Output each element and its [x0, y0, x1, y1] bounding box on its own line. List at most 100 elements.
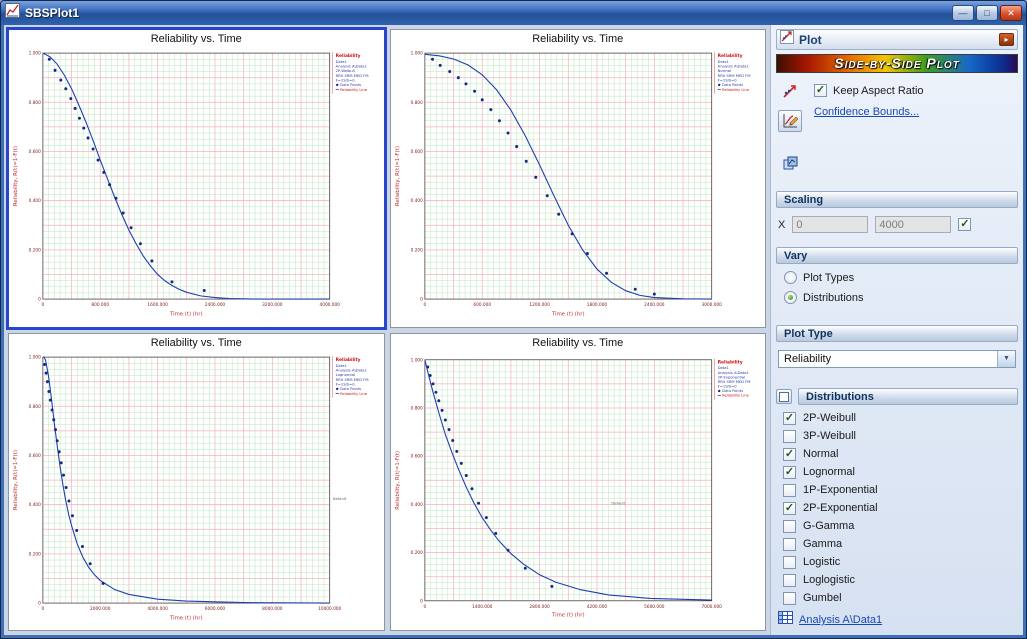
plot-panel-normal[interactable]: Reliability vs. Time 0600.0001200.000180…	[390, 29, 767, 328]
distribution-label: G-Gamma	[803, 520, 854, 532]
svg-text:0.600: 0.600	[410, 453, 422, 459]
svg-text:Analysis A\Data1: Analysis A\Data1	[717, 370, 748, 374]
plot-panel-weibull[interactable]: Reliability vs. Time 0800.0001600.000240…	[8, 29, 385, 328]
overlay-plot-icon[interactable]	[778, 153, 802, 175]
svg-text:4200.000: 4200.000	[586, 603, 607, 609]
keep-aspect-ratio-option[interactable]: ✓ Keep Aspect Ratio	[814, 84, 924, 97]
side-by-side-banner: Side-by-Side Plot	[776, 54, 1018, 73]
list-item[interactable]: Gamma	[778, 535, 1018, 553]
autoscale-checkbox[interactable]: ✓	[958, 218, 971, 231]
svg-text:Normal: Normal	[717, 69, 730, 73]
list-item[interactable]: ✓2P-Weibull	[778, 409, 1018, 427]
svg-text:1800.000: 1800.000	[586, 302, 607, 308]
checkbox[interactable]: ✓	[783, 466, 796, 479]
svg-text:0.600: 0.600	[410, 149, 422, 155]
plot-type-value: Reliability	[779, 353, 997, 365]
svg-text:0: 0	[38, 600, 41, 606]
plot-title: Reliability vs. Time	[9, 30, 384, 47]
chevron-down-icon[interactable]: ▼	[997, 351, 1015, 367]
plot-types-radio[interactable]	[784, 271, 797, 284]
svg-text:RRX SRM MED FM: RRX SRM MED FM	[336, 74, 369, 78]
select-all-checkbox-button[interactable]	[776, 389, 792, 404]
checkbox[interactable]	[783, 556, 796, 569]
plot-canvas-lognormal: 02000.0004000.0006000.0008000.00010000.0…	[9, 351, 384, 630]
svg-text:0.400: 0.400	[410, 198, 422, 204]
edit-plot-icon[interactable]	[778, 110, 802, 132]
svg-text:0: 0	[38, 297, 41, 303]
plot-canvas-normal: 0600.0001200.0001800.0002400.0003000.000…	[391, 47, 766, 326]
svg-text:2P-Weibull: 2P-Weibull	[336, 69, 355, 73]
list-item[interactable]: Gumbel	[778, 589, 1018, 607]
checkbox[interactable]	[783, 592, 796, 605]
checkbox[interactable]: ✓	[783, 448, 796, 461]
maximize-button[interactable]: □	[976, 5, 998, 21]
vary-option-plot-types[interactable]: Plot Types	[784, 271, 1014, 284]
checkbox[interactable]	[783, 484, 796, 497]
svg-text:2P-Exponential: 2P-Exponential	[717, 375, 745, 379]
close-button[interactable]: ✕	[1000, 5, 1022, 21]
data-source-link[interactable]: Analysis A\Data1	[799, 614, 882, 626]
svg-text:3200.000: 3200.000	[262, 302, 283, 308]
svg-text:1200.000: 1200.000	[529, 302, 550, 308]
confidence-bounds-link[interactable]: Confidence Bounds...	[814, 106, 924, 118]
window-title: SBSPlot1	[25, 6, 79, 20]
checkbox[interactable]	[783, 538, 796, 551]
list-item[interactable]: Loglogistic	[778, 571, 1018, 589]
svg-text:0: 0	[42, 606, 45, 612]
distributions-radio[interactable]	[784, 291, 797, 304]
distribution-label: Logistic	[803, 556, 840, 568]
distributions-header-row: Distributions	[776, 388, 1018, 405]
vary-section-header: Vary	[776, 247, 1018, 264]
svg-text:4000.000: 4000.000	[320, 302, 341, 308]
checkbox[interactable]	[783, 520, 796, 533]
vary-option-distributions[interactable]: Distributions	[784, 291, 1014, 304]
list-item[interactable]: Logistic	[778, 553, 1018, 571]
svg-text:Default: Default	[333, 495, 347, 500]
list-item[interactable]: G-Gamma	[778, 517, 1018, 535]
panel-collapse-button[interactable]: ▸	[999, 33, 1014, 46]
svg-text:Reliability Line: Reliability Line	[340, 88, 368, 92]
checkbox[interactable]	[783, 574, 796, 587]
list-item[interactable]: 3P-Weibull	[778, 427, 1018, 445]
svg-text:Reliability Line: Reliability Line	[722, 393, 749, 397]
svg-text:Time (t) (hr): Time (t) (hr)	[550, 311, 584, 317]
distributions-radio-label: Distributions	[803, 292, 864, 304]
app-icon	[5, 3, 20, 23]
checkbox[interactable]	[783, 430, 796, 443]
distribution-label: 2P-Exponential	[803, 502, 878, 514]
app-window: SBSPlot1 — □ ✕ Reliability vs. Time 0800…	[0, 0, 1027, 639]
checkbox[interactable]: ✓	[783, 502, 796, 515]
plot-type-dropdown[interactable]: Reliability ▼	[778, 350, 1016, 368]
svg-text:Analysis A\Data1: Analysis A\Data1	[336, 64, 368, 68]
minimize-button[interactable]: —	[952, 5, 974, 21]
svg-text:1.000: 1.000	[410, 357, 422, 363]
plot-header-icon	[780, 30, 794, 49]
scaling-row: X ✓	[778, 216, 1016, 233]
svg-text:1400.000: 1400.000	[472, 603, 493, 609]
svg-text:6000.000: 6000.000	[205, 606, 226, 612]
svg-text:0.600: 0.600	[29, 149, 41, 155]
panel-title: Plot	[799, 33, 994, 47]
plot-panel-lognormal[interactable]: Reliability vs. Time 02000.0004000.00060…	[8, 333, 385, 632]
list-item[interactable]: ✓ 2P-Exponential	[778, 499, 1018, 517]
svg-text:Analysis A\Data1: Analysis A\Data1	[717, 64, 749, 68]
scale-max-input[interactable]	[875, 216, 951, 233]
svg-text:600.000: 600.000	[473, 302, 491, 308]
svg-text:7000.000: 7000.000	[701, 603, 722, 609]
svg-text:0.600: 0.600	[29, 452, 41, 458]
titlebar[interactable]: SBSPlot1 — □ ✕	[1, 1, 1026, 25]
svg-text:8000.000: 8000.000	[262, 606, 283, 612]
plot-panel-exponential[interactable]: Reliability vs. Time 01400.0002800.00042…	[390, 333, 767, 632]
list-item[interactable]: ✓Lognormal	[778, 463, 1018, 481]
checkbox[interactable]: ✓	[783, 412, 796, 425]
window-content: Reliability vs. Time 0800.0001600.000240…	[4, 25, 1023, 635]
list-item[interactable]: 1P-Exponential	[778, 481, 1018, 499]
svg-text:Data Points: Data Points	[722, 83, 743, 87]
plot-setup-icon[interactable]	[778, 81, 802, 103]
distribution-label: Gamma	[803, 538, 842, 550]
plot-tool-column	[778, 81, 804, 175]
keep-aspect-ratio-checkbox[interactable]: ✓	[814, 84, 827, 97]
list-item[interactable]: ✓Normal	[778, 445, 1018, 463]
svg-text:2400.000: 2400.000	[644, 302, 665, 308]
scale-min-input[interactable]	[792, 216, 868, 233]
